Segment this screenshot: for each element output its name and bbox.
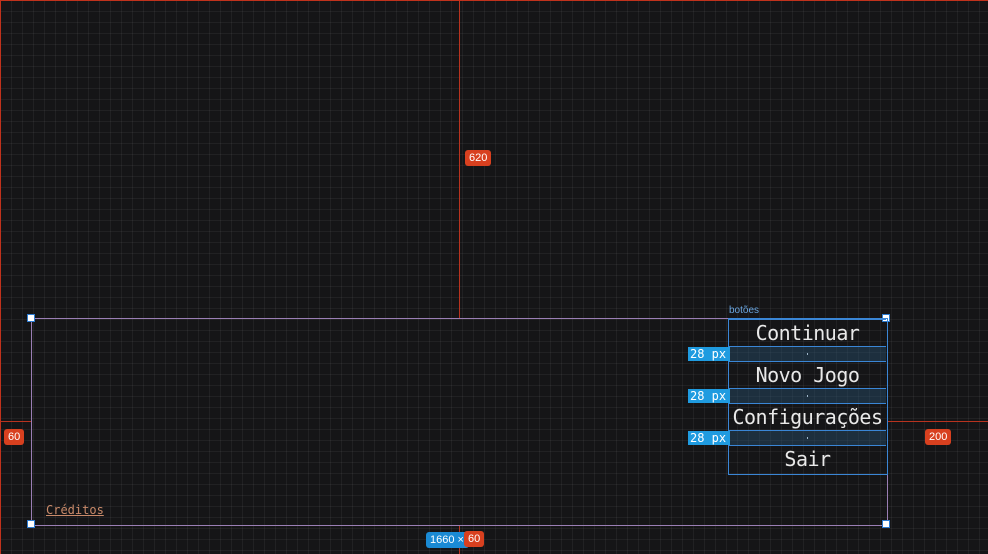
gap-size-badge: 28 px: [688, 347, 730, 361]
frame-size-badge: 1660 ×: [426, 532, 469, 548]
gap-size-badge: 28 px: [688, 389, 730, 403]
gap-size-badge: 28 px: [688, 431, 730, 445]
left-distance-guide: [0, 421, 31, 422]
button-gap: [729, 431, 886, 445]
credits-link[interactable]: Créditos: [46, 503, 104, 517]
quit-button[interactable]: Sair: [729, 445, 886, 472]
button-gap: [729, 389, 886, 403]
resize-handle-bottom-right[interactable]: [882, 520, 890, 528]
new-game-button[interactable]: Novo Jogo: [729, 361, 886, 389]
left-distance-badge: 60: [4, 429, 25, 445]
top-distance-badge: 620: [465, 150, 492, 166]
continue-button[interactable]: Continuar: [729, 319, 886, 347]
top-distance-guide: [459, 0, 460, 318]
frame-size-label: 1660 ×: [430, 534, 464, 546]
button-container-label: botões: [729, 305, 760, 316]
button-container[interactable]: Continuar Novo Jogo Configurações Sair: [728, 318, 888, 475]
resize-handle-bottom-left[interactable]: [27, 520, 35, 528]
resize-handle-top-left[interactable]: [27, 314, 35, 322]
bottom-distance-badge: 60: [464, 531, 485, 547]
right-distance-guide: [887, 421, 988, 422]
button-gap: [729, 347, 886, 361]
screen-frame-left-edge: [0, 0, 1, 554]
screen-frame-top-edge: [0, 0, 988, 1]
settings-button[interactable]: Configurações: [729, 403, 886, 431]
right-distance-badge: 200: [925, 429, 952, 445]
